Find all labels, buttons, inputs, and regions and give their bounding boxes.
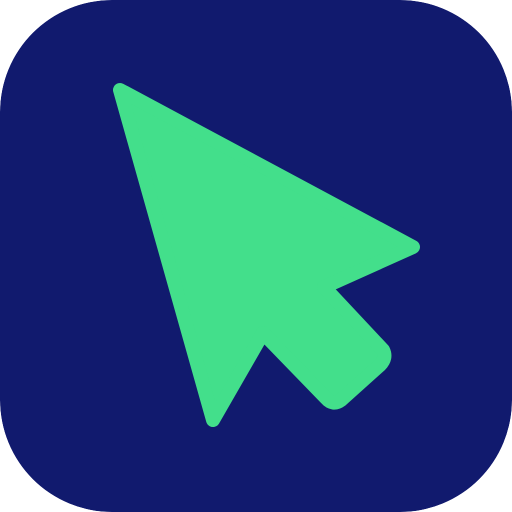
app-icon[interactable] (0, 0, 512, 512)
cursor-app-icon-graphic (0, 0, 512, 512)
